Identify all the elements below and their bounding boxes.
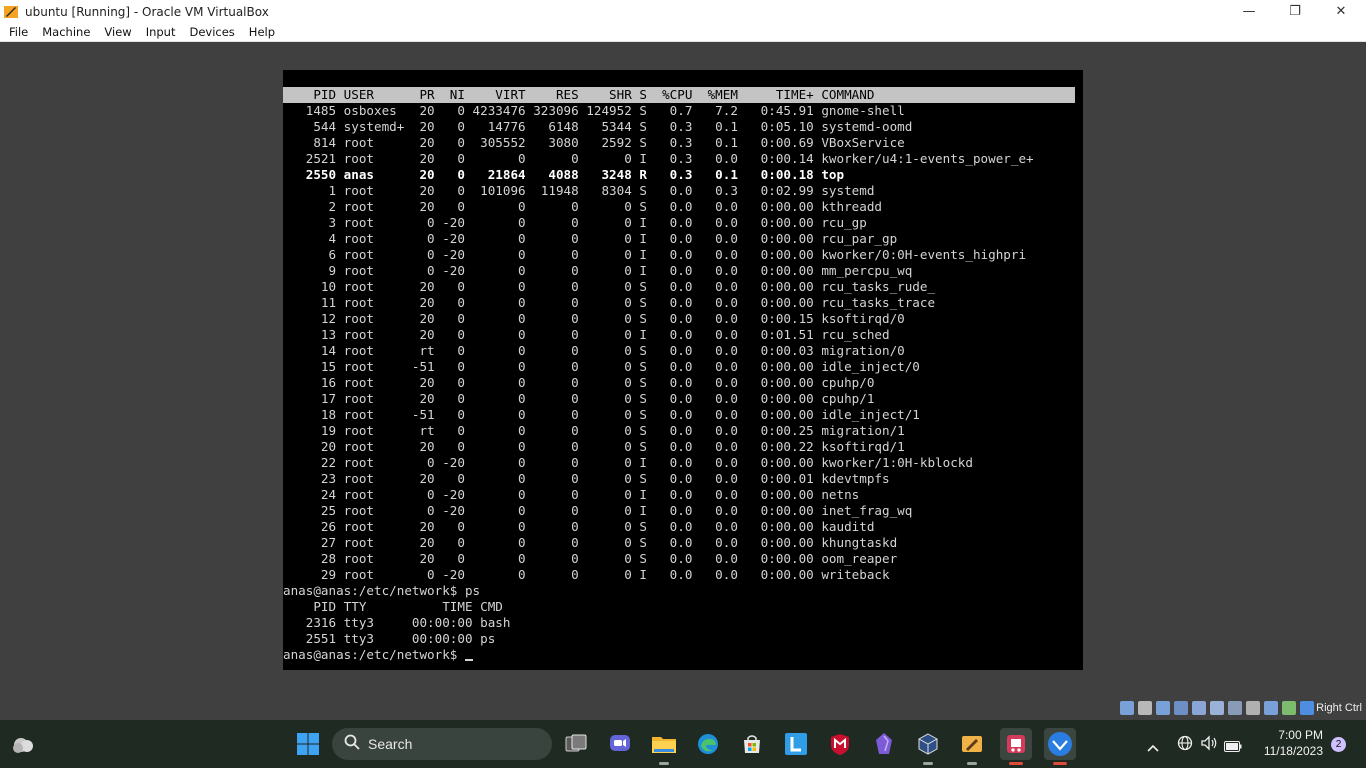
system-tray: 7:00 PM 11/18/2023 2 [1136, 720, 1366, 768]
menu-devices[interactable]: Devices [182, 25, 241, 39]
window-titlebar: ubuntu [Running] - Oracle VM VirtualBox … [0, 0, 1366, 23]
terminal-line: 28 root 20 0 0 0 0 S 0.0 0.0 0:00.00 oom… [283, 551, 898, 566]
keyboard-icon[interactable] [1300, 701, 1314, 715]
maximize-button[interactable]: ❐ [1272, 0, 1318, 23]
terminal-line: 10 root 20 0 0 0 0 S 0.0 0.0 0:00.00 rcu… [283, 279, 936, 294]
terminal-line: anas@anas:/etc/network$ ps [283, 583, 481, 598]
terminal-line: 17 root 20 0 0 0 0 S 0.0 0.0 0:00.00 cpu… [283, 391, 875, 406]
menu-file[interactable]: File [0, 25, 35, 39]
terminal-line: 6 root 0 -20 0 0 0 I 0.0 0.0 0:00.00 kwo… [283, 247, 1027, 262]
terminal-line: 2316 tty3 00:00:00 bash [283, 615, 511, 630]
teams-chat-icon[interactable] [604, 728, 636, 760]
snipping-tool-icon[interactable] [1000, 728, 1032, 765]
terminal-line: 814 root 20 0 305552 3080 2592 S 0.3 0.1… [283, 135, 905, 150]
close-button[interactable]: ✕ [1318, 0, 1364, 23]
terminal-line: 2550 anas 20 0 21864 4088 3248 R 0.3 0.1… [283, 167, 845, 182]
terminal-line: 12 root 20 0 0 0 0 S 0.0 0.0 0:00.15 kso… [283, 311, 905, 326]
windows-taskbar: Search 7:00 PM 11/18/2023 2 [0, 720, 1366, 768]
terminal-line: anas@anas:/etc/network$ [283, 647, 473, 663]
shared-folders-icon[interactable] [1210, 701, 1224, 715]
paint-icon[interactable] [956, 728, 988, 765]
terminal-line: 26 root 20 0 0 0 0 S 0.0 0.0 0:00.00 kau… [283, 519, 875, 534]
running-indicator [1009, 762, 1023, 765]
file-explorer-icon[interactable] [648, 728, 680, 765]
terminal-line: 16 root 20 0 0 0 0 S 0.0 0.0 0:00.00 cpu… [283, 375, 875, 390]
running-indicator [659, 762, 669, 765]
display-icon[interactable] [1228, 701, 1242, 715]
battery-icon[interactable] [1224, 737, 1242, 756]
terminal-line: 29 root 0 -20 0 0 0 I 0.0 0.0 0:00.00 wr… [283, 567, 890, 582]
terminal-line: 2 root 20 0 0 0 0 S 0.0 0.0 0:00.00 kthr… [283, 199, 882, 214]
running-indicator [923, 762, 933, 765]
start-button[interactable] [292, 728, 324, 760]
terminal-line: 27 root 20 0 0 0 0 S 0.0 0.0 0:00.00 khu… [283, 535, 898, 550]
host-key-label: Right Ctrl [1316, 702, 1362, 714]
terminal-line: 544 systemd+ 20 0 14776 6148 5344 S 0.3 … [283, 119, 913, 134]
microsoft-store-icon[interactable] [736, 728, 768, 760]
search-label: Search [368, 736, 413, 752]
obsidian-icon[interactable] [868, 728, 900, 760]
speaker-icon[interactable] [1200, 735, 1218, 755]
vm-status-bar: Right Ctrl [0, 698, 1366, 720]
l-app-icon[interactable] [780, 728, 812, 760]
taskbar-clock[interactable]: 7:00 PM 11/18/2023 [1264, 727, 1323, 759]
running-indicator [1053, 762, 1067, 765]
menu-bar: File Machine View Input Devices Help [0, 23, 1366, 42]
terminal-line: 2521 root 20 0 0 0 0 I 0.3 0.0 0:00.14 k… [283, 151, 1034, 166]
weather-icon[interactable] [10, 732, 36, 756]
terminal-cursor [464, 659, 473, 661]
optical-drive-icon[interactable] [1138, 701, 1152, 715]
task-view-icon[interactable] [560, 728, 592, 760]
vpn-app-icon[interactable] [1044, 728, 1076, 765]
window-title: ubuntu [Running] - Oracle VM VirtualBox [25, 4, 269, 19]
terminal-line: PID TTY TIME CMD [283, 599, 503, 614]
notification-badge[interactable]: 2 [1331, 737, 1346, 752]
network-icon[interactable] [1174, 701, 1188, 715]
terminal-line: 14 root rt 0 0 0 0 S 0.0 0.0 0:00.03 mig… [283, 343, 905, 358]
clock-time: 7:00 PM [1278, 728, 1323, 742]
terminal-line: 22 root 0 -20 0 0 0 I 0.0 0.0 0:00.00 kw… [283, 455, 973, 470]
minimize-button[interactable]: — [1226, 0, 1272, 23]
terminal-line: 18 root -51 0 0 0 0 S 0.0 0.0 0:00.00 id… [283, 407, 920, 422]
menu-view[interactable]: View [97, 25, 138, 39]
virtualbox-icon[interactable] [912, 728, 944, 765]
terminal-line: 4 root 0 -20 0 0 0 I 0.0 0.0 0:00.00 rcu… [283, 231, 898, 246]
top-header-row: PID USER PR NI VIRT RES SHR S %CPU %MEM … [283, 87, 1075, 103]
status-icons [1120, 701, 1314, 715]
usb-icon[interactable] [1192, 701, 1206, 715]
terminal-line: 1 root 20 0 101096 11948 8304 S 0.0 0.3 … [283, 183, 875, 198]
terminal-line: 25 root 0 -20 0 0 0 I 0.0 0.0 0:00.00 in… [283, 503, 913, 518]
running-indicator [967, 762, 977, 765]
terminal-line: 19 root rt 0 0 0 0 S 0.0 0.0 0:00.25 mig… [283, 423, 905, 438]
terminal-line: 24 root 0 -20 0 0 0 I 0.0 0.0 0:00.00 ne… [283, 487, 860, 502]
terminal-line: 20 root 20 0 0 0 0 S 0.0 0.0 0:00.22 kso… [283, 439, 905, 454]
terminal-line: 11 root 20 0 0 0 0 S 0.0 0.0 0:00.00 rcu… [283, 295, 936, 310]
terminal-line: 2551 tty3 00:00:00 ps [283, 631, 496, 646]
vm-terminal-screen[interactable]: PID USER PR NI VIRT RES SHR S %CPU %MEM … [283, 70, 1083, 670]
edge-icon[interactable] [692, 728, 724, 760]
menu-input[interactable]: Input [139, 25, 183, 39]
terminal-line: 1485 osboxes 20 0 4233476 323096 124952 … [283, 103, 905, 118]
menu-help[interactable]: Help [242, 25, 282, 39]
audio-icon[interactable] [1156, 701, 1170, 715]
video-capture-icon[interactable] [1246, 701, 1260, 715]
clock-date: 11/18/2023 [1263, 744, 1323, 758]
terminal-line: 3 root 0 -20 0 0 0 I 0.0 0.0 0:00.00 rcu… [283, 215, 867, 230]
terminal-line: 23 root 20 0 0 0 0 S 0.0 0.0 0:00.01 kde… [283, 471, 890, 486]
mouse-integration-icon[interactable] [1282, 701, 1296, 715]
virtualbox-app-icon [3, 4, 19, 20]
terminal-line: 13 root 20 0 0 0 0 I 0.0 0.0 0:01.51 rcu… [283, 327, 890, 342]
hard-disk-icon[interactable] [1120, 701, 1134, 715]
cpu-icon[interactable] [1264, 701, 1278, 715]
menu-machine[interactable]: Machine [35, 25, 97, 39]
terminal-line: 15 root -51 0 0 0 0 S 0.0 0.0 0:00.00 id… [283, 359, 920, 374]
mcafee-icon[interactable] [824, 728, 856, 760]
language-globe-icon[interactable] [1177, 735, 1193, 755]
taskbar-search-box[interactable]: Search [332, 728, 552, 760]
search-icon [344, 734, 360, 754]
terminal-line: 9 root 0 -20 0 0 0 I 0.0 0.0 0:00.00 mm_… [283, 263, 913, 278]
chevron-up-icon[interactable] [1147, 737, 1159, 756]
